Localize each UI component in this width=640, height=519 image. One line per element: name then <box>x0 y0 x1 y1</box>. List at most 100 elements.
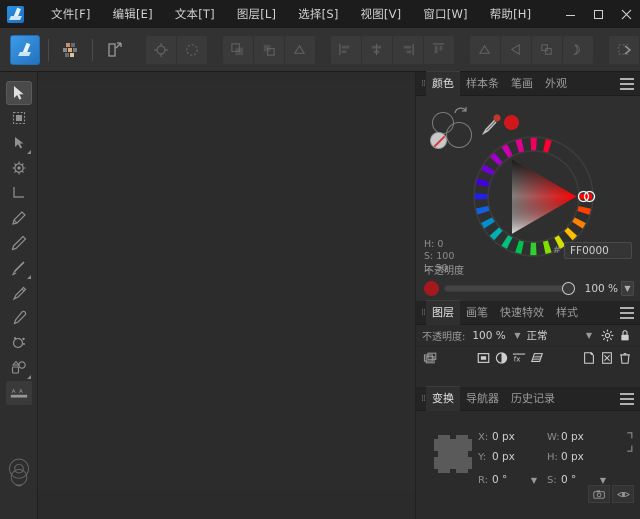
panel-menu-icon-transform[interactable] <box>620 393 634 405</box>
boolean-subtract-icon[interactable] <box>501 36 531 64</box>
opacity-slider[interactable] <box>444 285 574 292</box>
snapping-icon[interactable] <box>146 36 176 64</box>
menu-item-view[interactable]: 视图[V] <box>350 2 413 26</box>
eyedropper-icon[interactable] <box>481 112 503 136</box>
new-layer-icon[interactable] <box>580 349 598 367</box>
tool-crop[interactable] <box>6 181 32 205</box>
swap-fill-stroke-icon[interactable] <box>454 106 468 118</box>
tab-transform[interactable]: 变换 <box>426 386 460 411</box>
panel-grip-color[interactable]: ⁞⁞ <box>416 79 426 89</box>
h-dim-value[interactable]: 0 px <box>561 451 584 463</box>
tab-swatches[interactable]: 样本条 <box>460 71 505 96</box>
current-color-swatch[interactable] <box>504 115 519 130</box>
s-chevron-down-icon[interactable]: ▼ <box>600 476 606 485</box>
tool-shapes[interactable] <box>6 356 32 380</box>
opacity-chevron-down-icon[interactable]: ▼ <box>621 281 634 296</box>
field-h[interactable]: H: 0 px <box>547 451 616 463</box>
y-value[interactable]: 0 px <box>492 451 515 463</box>
tool-move[interactable] <box>6 81 32 105</box>
field-r[interactable]: R: 0 ° ▼ <box>478 474 547 486</box>
live-filter-icon[interactable] <box>528 349 546 367</box>
menu-item-edit[interactable]: 编辑[E] <box>102 2 164 26</box>
blend-mode-select[interactable]: 正常 <box>527 328 584 343</box>
x-value[interactable]: 0 px <box>492 431 515 443</box>
export-persona-icon[interactable] <box>101 35 129 65</box>
s-shear-value[interactable]: 0 ° <box>561 474 576 486</box>
boolean-intersect-icon[interactable] <box>532 36 562 64</box>
align-left-icon[interactable] <box>331 36 361 64</box>
grid-icon[interactable] <box>177 36 207 64</box>
toolbar-overflow-icon[interactable] <box>620 41 636 59</box>
opacity-slider-knob[interactable] <box>562 282 575 295</box>
tab-color[interactable]: 颜色 <box>426 71 460 96</box>
boolean-divide-icon[interactable] <box>563 36 593 64</box>
pixel-persona-icon[interactable] <box>57 35 85 65</box>
panel-grip-layers[interactable]: ⁞⁞ <box>416 308 426 318</box>
menu-item-help[interactable]: 帮助[H] <box>479 2 543 26</box>
no-color-icon[interactable] <box>430 132 447 149</box>
w-value[interactable]: 0 px <box>561 431 584 443</box>
menu-item-text[interactable]: 文本[T] <box>164 2 226 26</box>
field-w[interactable]: W: 0 px <box>547 431 616 443</box>
tool-pencil[interactable] <box>6 231 32 255</box>
adjustment-icon[interactable] <box>492 349 510 367</box>
tool-node[interactable] <box>6 131 32 155</box>
link-ratio-icon[interactable] <box>624 431 636 451</box>
tab-brushes[interactable]: 画笔 <box>460 300 494 325</box>
trash-icon[interactable] <box>616 349 634 367</box>
hex-input[interactable]: FF0000 <box>564 242 632 259</box>
tab-layers[interactable]: 图层 <box>426 300 460 325</box>
r-value[interactable]: 0 ° <box>492 474 507 486</box>
menu-item-window[interactable]: 窗口[W] <box>412 2 478 26</box>
field-x[interactable]: X: 0 px <box>478 431 547 443</box>
tool-zoom-rings[interactable] <box>6 451 32 495</box>
panel-menu-icon-layers[interactable] <box>620 307 634 319</box>
tool-fill-brush[interactable] <box>6 281 32 305</box>
layer-opacity-chevron-down-icon[interactable]: ▼ <box>514 331 520 340</box>
opacity-value[interactable]: 100 % <box>580 283 618 295</box>
preview-icon[interactable] <box>612 485 634 503</box>
tool-artboard[interactable] <box>6 106 32 130</box>
r-chevron-down-icon[interactable]: ▼ <box>531 476 537 485</box>
panel-menu-icon-color[interactable] <box>620 78 634 90</box>
layer-opacity-input[interactable]: 100 % <box>470 329 512 343</box>
designer-persona-icon[interactable] <box>10 35 40 65</box>
tool-eyedropper[interactable] <box>6 306 32 330</box>
menu-item-layer[interactable]: 图层[L] <box>226 2 287 26</box>
tab-navigator[interactable]: 导航器 <box>460 386 505 411</box>
new-group-icon[interactable] <box>598 349 616 367</box>
minimize-icon[interactable] <box>556 0 584 28</box>
panel-grip-transform[interactable]: ⁞⁞ <box>416 394 426 404</box>
tool-paint-blob[interactable] <box>6 331 32 355</box>
tool-corner[interactable] <box>6 156 32 180</box>
document-canvas[interactable] <box>38 82 415 493</box>
field-y[interactable]: Y: 0 px <box>478 451 547 463</box>
tab-fx[interactable]: 快速特效 <box>494 300 550 325</box>
tab-appearance[interactable]: 外观 <box>539 71 573 96</box>
fill-swatch-icon[interactable] <box>446 122 472 148</box>
tool-text[interactable]: A A <box>6 381 32 405</box>
duplicate-layers-icon[interactable] <box>422 349 440 367</box>
tool-vector-brush[interactable] <box>6 256 32 280</box>
menu-item-file[interactable]: 文件[F] <box>40 2 102 26</box>
tab-stroke[interactable]: 笔画 <box>505 71 539 96</box>
tab-styles[interactable]: 样式 <box>550 300 584 325</box>
canvas-area[interactable] <box>38 72 415 519</box>
fx-icon[interactable]: fx <box>510 349 528 367</box>
boolean-add-icon[interactable] <box>470 36 500 64</box>
move-forward-icon[interactable] <box>254 36 284 64</box>
blend-mode-chevron-down-icon[interactable]: ▼ <box>586 331 592 340</box>
align-top-icon[interactable] <box>424 36 454 64</box>
menu-item-select[interactable]: 选择[S] <box>287 2 349 26</box>
move-backward-icon[interactable] <box>285 36 315 64</box>
gear-icon[interactable] <box>598 327 616 345</box>
close-icon[interactable] <box>612 0 640 28</box>
camera-icon[interactable] <box>588 485 610 503</box>
lock-icon[interactable] <box>616 327 634 345</box>
maximize-icon[interactable] <box>584 0 612 28</box>
tab-history[interactable]: 历史记录 <box>505 386 561 411</box>
transform-anchor-icon[interactable] <box>434 435 472 473</box>
layers-list[interactable] <box>416 369 640 387</box>
tool-pen[interactable] <box>6 206 32 230</box>
mask-icon[interactable] <box>474 349 492 367</box>
